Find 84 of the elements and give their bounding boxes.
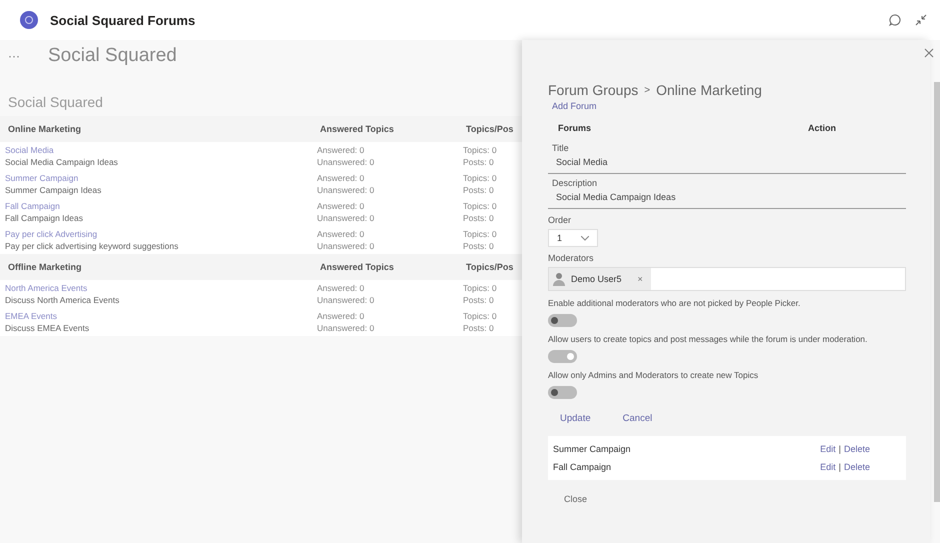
- posts-count: Posts: 0: [463, 323, 495, 333]
- column-header: Answered Topics: [312, 254, 458, 280]
- app-logo: [20, 11, 38, 29]
- posts-count: Posts: 0: [463, 241, 495, 251]
- avatar-icon: [553, 272, 565, 286]
- forum-link[interactable]: Pay per click Advertising: [5, 229, 307, 239]
- order-dropdown[interactable]: 1: [548, 229, 598, 247]
- link-separator: |: [838, 462, 841, 472]
- unanswered-count: Unanswered: 0: [317, 213, 376, 223]
- unanswered-count: Unanswered: 0: [317, 185, 376, 195]
- posts-count: Posts: 0: [463, 213, 495, 223]
- breadcrumb-separator: >: [644, 84, 650, 96]
- chevron-down-icon: [581, 236, 589, 240]
- toggle-switch[interactable]: [548, 386, 577, 399]
- chat-icon[interactable]: [888, 13, 902, 27]
- column-header: Action: [808, 123, 836, 133]
- toggle-label: Allow only Admins and Moderators to create new Topics: [548, 370, 760, 380]
- scrollbar[interactable]: [934, 82, 940, 502]
- moderators-label: Moderators: [548, 253, 595, 263]
- link-separator: |: [838, 444, 841, 454]
- forum-name: Fall Campaign: [553, 462, 612, 472]
- breadcrumb-link[interactable]: Forum Groups: [548, 82, 638, 98]
- description-field[interactable]: Description Social Media Campaign Ideas: [548, 174, 906, 209]
- close-button[interactable]: Close: [564, 494, 588, 504]
- answered-count: Answered: 0: [317, 283, 366, 293]
- action-button[interactable]: Cancel: [622, 413, 652, 424]
- posts-count: Posts: 0: [463, 157, 495, 167]
- forum-description: Pay per click advertising keyword suggestions: [5, 241, 180, 251]
- remove-button[interactable]: ×: [638, 274, 643, 284]
- toggle-label: Enable additional moderators who are not picked by People Picker.: [548, 298, 802, 308]
- person-name: Demo User5: [571, 274, 622, 284]
- answered-count: Answered: 0: [317, 145, 366, 155]
- order-label: Order: [548, 215, 572, 225]
- forum-description: Social Media Campaign Ideas: [5, 157, 119, 167]
- forum-link[interactable]: Summer Campaign: [5, 173, 307, 183]
- action-button[interactable]: Update: [560, 413, 591, 424]
- column-header: Offline Marketing: [0, 254, 312, 280]
- delete-link[interactable]: Delete: [844, 462, 870, 472]
- toggle-switch[interactable]: [548, 314, 577, 327]
- column-header: Online Marketing: [0, 116, 312, 142]
- breadcrumb-current: Online Marketing: [656, 82, 762, 98]
- answered-count: Answered: 0: [317, 201, 366, 211]
- close-icon[interactable]: [924, 48, 934, 58]
- topics-count: Topics: 0: [463, 311, 498, 321]
- posts-count: Posts: 0: [463, 295, 495, 305]
- column-header: Topics/Pos: [458, 116, 522, 142]
- topics-count: Topics: 0: [463, 229, 498, 239]
- topics-count: Topics: 0: [463, 201, 498, 211]
- add-forum-link[interactable]: Add Forum: [548, 101, 906, 111]
- column-header: Forums: [558, 123, 592, 133]
- toggle-switch[interactable]: [548, 350, 577, 363]
- edit-link[interactable]: Edit: [820, 462, 836, 472]
- more-button[interactable]: ···: [8, 49, 48, 63]
- answered-count: Answered: 0: [317, 173, 366, 183]
- forum-description: Discuss EMEA Events: [5, 323, 90, 333]
- delete-link[interactable]: Delete: [844, 444, 870, 454]
- forum-link[interactable]: North America Events: [5, 283, 307, 293]
- collapse-icon[interactable]: [914, 13, 928, 27]
- topics-count: Topics: 0: [463, 283, 498, 293]
- forum-link[interactable]: Social Media: [5, 145, 307, 155]
- forum-description: Discuss North America Events: [5, 295, 120, 305]
- unanswered-count: Unanswered: 0: [317, 241, 376, 251]
- edit-link[interactable]: Edit: [820, 444, 836, 454]
- topics-count: Topics: 0: [463, 173, 498, 183]
- unanswered-count: Unanswered: 0: [317, 323, 376, 333]
- topics-count: Topics: 0: [463, 145, 498, 155]
- app-title: Social Squared Forums: [50, 12, 196, 28]
- unanswered-count: Unanswered: 0: [317, 295, 376, 305]
- answered-count: Answered: 0: [317, 229, 366, 239]
- forum-description: Fall Campaign Ideas: [5, 213, 84, 223]
- page-title: Social Squared: [48, 45, 177, 67]
- forum-name: Summer Campaign: [553, 444, 631, 454]
- answered-count: Answered: 0: [317, 311, 366, 321]
- unanswered-count: Unanswered: 0: [317, 157, 376, 167]
- forum-link[interactable]: Fall Campaign: [5, 201, 307, 211]
- people-picker[interactable]: Demo User5 ×: [548, 267, 906, 291]
- toggle-label: Allow users to create topics and post messages while the forum is under moderation.: [548, 334, 868, 344]
- posts-count: Posts: 0: [463, 185, 495, 195]
- forum-link[interactable]: EMEA Events: [5, 311, 307, 321]
- title-field[interactable]: Title Social Media: [548, 139, 906, 174]
- section-title: Social Squared: [7, 93, 104, 112]
- column-header: Answered Topics: [312, 116, 458, 142]
- column-header: Topics/Pos: [458, 254, 522, 280]
- forum-description: Summer Campaign Ideas: [5, 185, 102, 195]
